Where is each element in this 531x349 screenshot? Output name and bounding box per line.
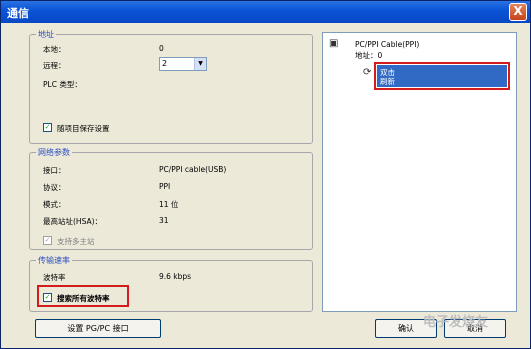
communication-window: 通信 X 地址 本地： 0 远程： 2 ▼ PLC 类型： ✓ 随项目保存设置 …: [0, 0, 531, 349]
interface-label: 接口：: [43, 166, 66, 175]
remote-label: 远程：: [43, 61, 66, 70]
search-baud-highlight: [37, 285, 129, 307]
device-tree[interactable]: ▣ PC/PPI Cable(PPI) 地址：0 ⟳ 双击 刷新: [322, 32, 517, 312]
network-group-legend: 网络参数: [36, 147, 72, 158]
multi-master-checkbox[interactable]: ✓: [43, 236, 52, 245]
local-label: 本地：: [43, 45, 66, 54]
address-group-legend: 地址: [36, 29, 56, 40]
protocol-label: 协议：: [43, 183, 66, 192]
tree-root-label[interactable]: PC/PPI Cable(PPI): [355, 40, 419, 49]
baud-rate-group-legend: 传输速率: [36, 255, 72, 266]
baud-rate-label: 波特率: [43, 273, 66, 282]
watermark: 电子发烧友: [422, 315, 488, 330]
close-button[interactable]: X: [509, 3, 527, 21]
chevron-down-icon[interactable]: ▼: [194, 58, 206, 70]
remote-address-value: 2: [162, 59, 168, 68]
window-title: 通信: [7, 7, 29, 20]
refresh-icon[interactable]: ⟳: [363, 67, 371, 78]
mode-value: 11 位: [159, 200, 179, 209]
set-pgpc-interface-button[interactable]: 设置 PG/PC 接口: [35, 319, 161, 338]
title-bar[interactable]: 通信 X: [1, 1, 530, 23]
remote-address-select[interactable]: 2 ▼: [159, 57, 207, 71]
refresh-highlight: [374, 62, 510, 90]
protocol-value: PPI: [159, 182, 171, 191]
save-with-project-label: 随项目保存设置: [57, 124, 110, 133]
baud-rate-value: 9.6 kbps: [159, 272, 192, 281]
plc-type-label: PLC 类型：: [43, 80, 82, 89]
mode-label: 模式：: [43, 200, 66, 209]
network-icon: ▣: [329, 38, 339, 49]
tree-address-label: 地址：0: [355, 51, 383, 60]
local-value: 0: [159, 44, 164, 53]
interface-value: PC/PPI cable(USB): [159, 165, 227, 174]
hsa-value: 31: [159, 216, 169, 225]
multi-master-label: 支持多主站: [57, 237, 95, 246]
hsa-label: 最高站址(HSA)：: [43, 217, 103, 226]
save-with-project-checkbox[interactable]: ✓: [43, 123, 52, 132]
